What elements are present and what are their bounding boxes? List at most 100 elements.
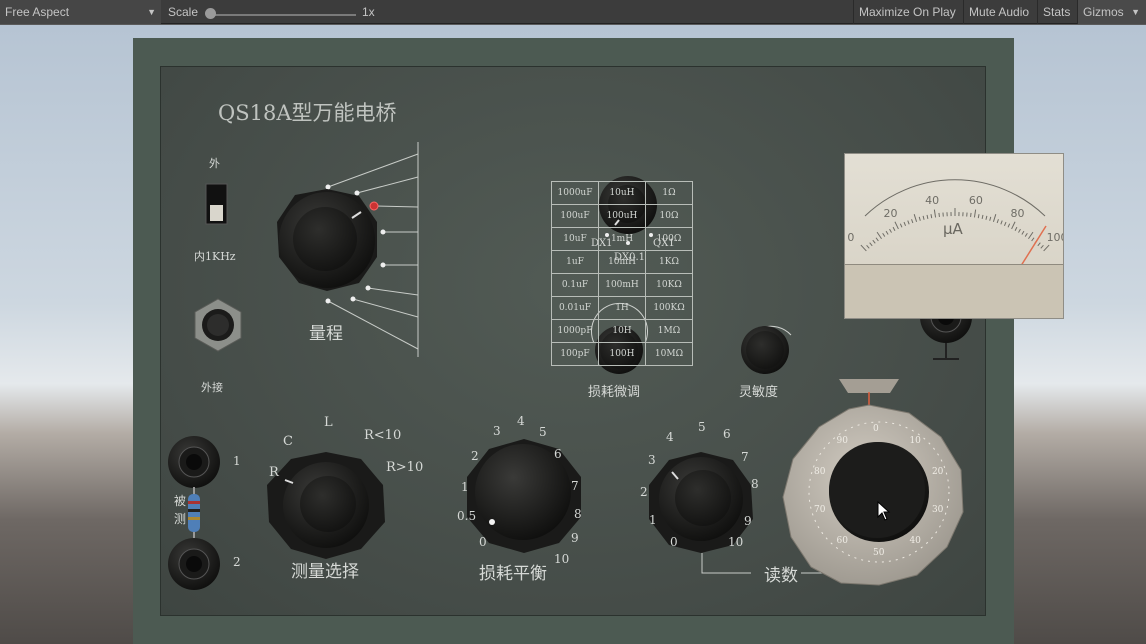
reading-knob-tick: 0	[670, 535, 678, 549]
range-table-cell: 10KΩ	[645, 273, 693, 297]
terminal-2[interactable]	[168, 538, 220, 590]
terminal-1[interactable]	[168, 436, 220, 488]
meter-tick-mark	[875, 237, 879, 242]
source-toggle-switch[interactable]	[205, 183, 228, 225]
meter-tick-mark	[1021, 230, 1025, 235]
measure-opt-r-gt10: R>10	[386, 460, 424, 475]
meter-tick-mark	[922, 215, 925, 220]
meter-tick-mark	[918, 216, 921, 221]
measure-opt-c: C	[283, 434, 293, 449]
reading-knob-tick: 8	[751, 477, 759, 491]
meter-tick-mark	[913, 214, 918, 222]
loss-fine-label: 损耗微调	[588, 385, 641, 400]
range-table-row: 0.1uF 100mH 10KΩ	[551, 273, 693, 297]
meter-tick-mark	[1024, 232, 1028, 237]
reading-knob-tick: 4	[666, 430, 674, 444]
reading-knob-tick: 7	[741, 450, 749, 464]
measure-select-knob[interactable]	[267, 452, 385, 559]
meter-tick-mark	[1011, 221, 1016, 230]
mute-audio-button[interactable]: Mute Audio	[963, 0, 1037, 24]
meter-scale-label: 60	[968, 193, 983, 207]
meter-tick-mark	[985, 215, 988, 220]
loss-balance-tick: 9	[571, 531, 579, 545]
meter-tick-mark	[977, 214, 980, 219]
meter-scale-label: 100	[1046, 231, 1063, 245]
loss-balance-tick: 6	[554, 447, 562, 461]
external-connector[interactable]	[194, 298, 242, 352]
range-table-cell: 100mH	[598, 273, 646, 297]
range-table-cell: 1Ω	[645, 181, 693, 205]
stats-button[interactable]: Stats	[1037, 0, 1077, 24]
bridge-cabinet: QS18A型万能电桥 外 内1KHz 外接 量程 DX1 DX0.1 QX1 损…	[133, 38, 1064, 644]
sensitivity-label: 灵敏度	[739, 385, 779, 400]
reading-dial-tick: 20	[931, 466, 944, 477]
measure-opt-r: R	[269, 465, 279, 480]
range-table-cell: 1MΩ	[645, 319, 693, 343]
range-table-cell: 10H	[598, 319, 646, 343]
scale-slider-thumb[interactable]	[205, 8, 216, 19]
range-table-row: 1000uF 10uH 1Ω	[551, 181, 693, 205]
galvanometer: μA 0 20 40 60 80 100	[844, 153, 1064, 319]
meter-scale-label: 40	[925, 193, 940, 207]
gizmos-label: Gizmos	[1083, 5, 1124, 19]
range-table: 1000uF 10uH 1Ω 100uF 100uH 10Ω 10uF 1mH 100Ω 1uF 1…	[551, 181, 693, 366]
meter-tick-mark	[1028, 231, 1034, 240]
meter-tick-mark	[973, 209, 977, 218]
meter-tick-mark	[907, 220, 910, 225]
gizmos-dropdown[interactable]: Gizmos ▼	[1077, 0, 1146, 24]
reading-knob-tick: 2	[640, 485, 648, 499]
meter-tick-mark	[876, 231, 882, 240]
meter-tick-mark	[926, 214, 929, 219]
reading-knob-tick: 5	[698, 420, 706, 434]
meter-unit: μA	[943, 220, 963, 238]
reading-dial-tick: 10	[909, 435, 921, 446]
meter-tick-mark	[903, 221, 907, 226]
range-table-cell: 1uF	[551, 250, 599, 274]
loss-balance-tick: 2	[471, 449, 479, 463]
loss-balance-tick: 7	[571, 479, 579, 493]
aspect-dropdown[interactable]: Free Aspect ▼	[0, 0, 161, 24]
range-table-row: 1000pF 10H 1MΩ	[551, 319, 693, 343]
meter-lower-plate	[845, 264, 1063, 318]
reading-dial-tick: 0	[873, 424, 879, 434]
measure-opt-r-lt10: R<10	[364, 428, 402, 443]
range-table-cell: 10uF	[551, 227, 599, 251]
meter-tick-mark	[1007, 223, 1011, 228]
meter-tick-mark	[894, 221, 899, 230]
terminal-2-label: 2	[233, 555, 241, 569]
maximize-on-play-button[interactable]: Maximize On Play	[853, 0, 963, 24]
meter-scale-label: 0	[847, 231, 855, 245]
loss-balance-tick: 4	[517, 414, 525, 428]
range-table-cell: 100Ω	[645, 227, 693, 251]
meter-tick-mark	[911, 219, 914, 224]
reading-knob-tick: 1	[649, 513, 657, 527]
terminal-1-label: 1	[233, 454, 241, 468]
range-table-cell: 100pF	[551, 342, 599, 366]
meter-tick-mark	[869, 242, 873, 247]
scale-slider-track[interactable]	[206, 14, 356, 16]
meter-tick-mark	[992, 214, 997, 222]
meter-tick-mark	[860, 244, 867, 252]
external-label: 外接	[201, 381, 223, 394]
range-label: 量程	[309, 324, 343, 344]
measure-select-label: 测量选择	[291, 562, 359, 582]
meter-tick-mark	[1040, 244, 1044, 249]
loss-balance-tick: 5	[539, 425, 547, 439]
range-table-row: 100pF 100H 10MΩ	[551, 342, 693, 366]
reading-dial-tick: 30	[931, 505, 944, 516]
range-table-cell: 0.01uF	[551, 296, 599, 320]
sensitivity-knob[interactable]	[741, 325, 792, 374]
meter-tick-mark	[885, 230, 889, 235]
meter-tick-mark	[1018, 228, 1021, 233]
reading-knob-tick: 3	[648, 453, 656, 467]
loss-balance-tick: 0.5	[457, 509, 477, 523]
aspect-label: Free Aspect	[5, 5, 70, 19]
game-viewport[interactable]: QS18A型万能电桥 外 内1KHz 外接 量程 DX1 DX0.1 QX1 损…	[0, 25, 1146, 644]
meter-tick-mark	[1043, 244, 1050, 252]
range-table-row: 0.01uF 1H 100KΩ	[551, 296, 693, 320]
range-table-cell: 1000pF	[551, 319, 599, 343]
measured-label: 被测	[174, 494, 187, 526]
range-table-cell: 10Ω	[645, 204, 693, 228]
mouse-cursor-icon	[877, 501, 891, 521]
range-knob[interactable]	[277, 189, 377, 291]
